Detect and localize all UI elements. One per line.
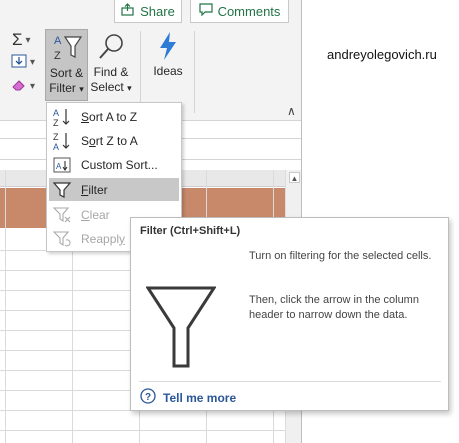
sort-filter-icon: A Z bbox=[51, 33, 83, 66]
sort-filter-label-1: Sort & bbox=[49, 66, 84, 80]
ideas-button[interactable]: Ideas bbox=[148, 31, 188, 91]
menu-item-label: Clear bbox=[81, 207, 110, 222]
filter-tooltip: Filter (Ctrl+Shift+L) Turn on filtering … bbox=[130, 217, 449, 411]
chevron-down-icon: ▾ bbox=[25, 34, 31, 46]
comments-button[interactable]: Comments bbox=[190, 0, 289, 23]
sort-a-to-z-icon: A Z bbox=[49, 105, 75, 128]
ribbon-group-separator bbox=[194, 31, 195, 113]
menu-item-label: Filter bbox=[81, 182, 108, 197]
scroll-up-arrow-icon[interactable]: ▲ bbox=[289, 172, 300, 183]
sort-filter-button[interactable]: A Z Sort & Filter ▾ bbox=[45, 29, 88, 101]
large-filter-icon bbox=[145, 286, 217, 371]
tooltip-title: Filter (Ctrl+Shift+L) bbox=[140, 225, 241, 237]
menu-item-sort-z-to-a[interactable]: Z A Sort Z to A bbox=[49, 129, 179, 152]
find-select-label-1: Find & bbox=[93, 65, 129, 79]
tell-me-more-label: Tell me more bbox=[163, 390, 237, 405]
svg-text:A: A bbox=[53, 142, 59, 151]
find-select-label-2: Select bbox=[90, 80, 124, 94]
tooltip-divider bbox=[139, 381, 441, 382]
share-icon bbox=[121, 3, 135, 19]
sort-z-to-a-icon: Z A bbox=[49, 129, 75, 152]
menu-item-label: Reapply bbox=[81, 231, 126, 246]
menu-item-filter[interactable]: Filter bbox=[49, 178, 179, 201]
chevron-down-icon: ▾ bbox=[127, 83, 132, 93]
share-button[interactable]: Share bbox=[114, 0, 182, 23]
find-select-button[interactable]: Find & Select ▾ bbox=[89, 29, 133, 101]
fill-button[interactable]: ▾ bbox=[11, 54, 35, 71]
share-label: Share bbox=[140, 3, 175, 19]
svg-text:A: A bbox=[54, 35, 62, 47]
clear-button[interactable]: ▾ bbox=[11, 78, 35, 95]
tell-me-more-link[interactable]: ? Tell me more bbox=[140, 388, 236, 407]
svg-text:A: A bbox=[56, 162, 62, 171]
menu-item-label: Custom Sort... bbox=[81, 157, 158, 172]
lightning-icon bbox=[155, 31, 181, 64]
svg-text:?: ? bbox=[145, 392, 151, 403]
ideas-label: Ideas bbox=[153, 64, 183, 78]
clear-filter-icon bbox=[49, 203, 75, 226]
tooltip-description-2: Then, click the arrow in the column head… bbox=[249, 294, 419, 321]
title-bar: Share Comments bbox=[0, 0, 301, 27]
svg-text:A: A bbox=[53, 108, 59, 118]
help-question-icon: ? bbox=[140, 388, 156, 407]
watermark-text: andreyolegovich.ru bbox=[327, 47, 437, 62]
svg-text:Z: Z bbox=[54, 50, 61, 62]
chevron-down-icon: ▾ bbox=[30, 81, 36, 92]
svg-text:Z: Z bbox=[53, 132, 59, 142]
ribbon-group-separator bbox=[140, 31, 141, 113]
chevron-up-icon[interactable]: ∧ bbox=[287, 104, 296, 118]
menu-item-label: Sort A to Z bbox=[81, 109, 138, 124]
fill-down-icon bbox=[11, 54, 27, 71]
magnifier-icon bbox=[95, 32, 127, 65]
tooltip-description-1: Turn on filtering for the selected cells… bbox=[249, 250, 432, 262]
clear-eraser-icon bbox=[11, 78, 27, 95]
filter-icon bbox=[49, 178, 75, 201]
svg-text:Z: Z bbox=[53, 118, 59, 127]
menu-item-label: Sort Z to A bbox=[81, 133, 138, 148]
reapply-filter-icon bbox=[49, 227, 75, 250]
comments-label: Comments bbox=[217, 3, 281, 19]
comment-icon bbox=[198, 3, 213, 19]
autosum-icon: Σ bbox=[12, 30, 23, 49]
sort-filter-label-2: Filter bbox=[49, 81, 76, 95]
menu-item-custom-sort[interactable]: A Custom Sort... bbox=[49, 153, 179, 176]
chevron-down-icon: ▾ bbox=[30, 57, 36, 68]
autosum-button[interactable]: Σ ▾ bbox=[12, 30, 31, 50]
menu-item-sort-a-to-z[interactable]: A Z Sort A to Z bbox=[49, 105, 179, 128]
custom-sort-icon: A bbox=[49, 153, 75, 176]
chevron-down-icon: ▾ bbox=[79, 84, 84, 94]
